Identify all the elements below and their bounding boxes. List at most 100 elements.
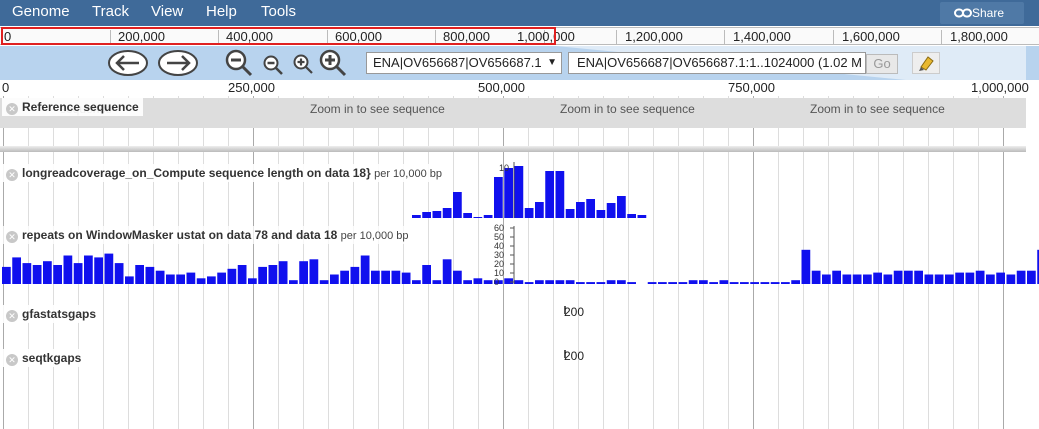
repeat-bar[interactable] [975,270,985,284]
track-label-gfastatsgaps[interactable]: ✕ gfastatsgaps [2,305,101,323]
repeat-bar[interactable] [668,282,677,284]
coverage-bar[interactable] [453,192,462,218]
repeat-bar[interactable] [606,280,616,284]
repeat-bar[interactable] [863,274,872,285]
repeat-bar[interactable] [135,265,144,284]
repeat-bar[interactable] [678,282,688,284]
repeat-bar[interactable] [207,276,216,284]
repeat-bar[interactable] [699,280,708,284]
track-label-coverage[interactable]: ✕ longreadcoverage_on_Compute sequence l… [2,164,446,182]
repeat-bar[interactable] [576,282,585,284]
repeat-bar[interactable] [391,270,401,284]
repeat-bar[interactable] [473,278,483,284]
coverage-bar[interactable] [606,203,616,218]
repeat-bar[interactable] [237,265,247,284]
repeat-bar[interactable] [217,272,226,284]
repeat-bar[interactable] [504,278,513,284]
repeat-bar[interactable] [340,270,349,284]
repeat-bar[interactable] [514,280,524,284]
repeat-bar[interactable] [965,272,975,284]
repeat-bar[interactable] [84,255,93,285]
repeat-bar[interactable] [852,274,862,285]
repeat-bar[interactable] [893,270,903,284]
repeat-bar[interactable] [289,280,298,284]
repeat-bar[interactable] [883,274,893,285]
repeat-bar[interactable] [729,282,739,284]
repeat-bar[interactable] [258,266,267,284]
repeat-bar[interactable] [822,274,831,285]
coverage-bar[interactable] [432,211,442,218]
coverage-bar[interactable] [483,215,493,218]
coverage-bar[interactable] [586,199,595,218]
repeat-bar[interactable] [627,282,636,284]
repeat-bar[interactable] [176,274,185,285]
repeat-bar[interactable] [12,257,21,284]
coverage-bar[interactable] [617,196,626,218]
repeat-bar[interactable] [453,270,462,284]
repeat-bar[interactable] [350,266,360,284]
repeat-bar[interactable] [647,282,657,284]
gap-feature-label[interactable]: 200 [564,305,584,319]
repeat-bar[interactable] [401,272,411,284]
repeat-bar[interactable] [955,272,964,284]
repeat-bar[interactable] [227,268,237,284]
repeat-bar[interactable] [63,255,73,285]
repeat-bar[interactable] [268,265,278,284]
coverage-bar[interactable] [442,208,452,218]
repeat-bar[interactable] [709,282,718,284]
repeat-bar[interactable] [904,270,913,284]
repeat-bar[interactable] [873,272,882,284]
repeat-bar[interactable] [524,282,534,284]
repeat-bar[interactable] [832,270,841,284]
coverage-bar[interactable] [422,212,431,218]
coverage-bar[interactable] [535,202,544,218]
repeat-bar[interactable] [94,257,103,284]
repeat-bar[interactable] [53,265,62,284]
gap-feature-label[interactable]: 200 [564,349,584,363]
repeat-bar[interactable] [986,274,995,285]
coverage-bar[interactable] [494,177,503,218]
repeat-bar[interactable] [278,261,288,284]
repeat-bar[interactable] [371,270,380,284]
repeat-bar[interactable] [432,280,442,284]
repeat-bar[interactable] [781,282,790,284]
repeat-bar[interactable] [1006,274,1016,285]
repeat-bar[interactable] [801,249,811,284]
repeat-bar[interactable] [2,266,11,284]
coverage-bar[interactable] [637,215,647,218]
repeat-bar[interactable] [483,280,493,284]
track-label-seqtkgaps[interactable]: ✕ seqtkgaps [2,349,86,367]
repeat-bar[interactable] [422,265,431,284]
coverage-bar[interactable] [545,171,554,218]
repeat-bar[interactable] [842,274,852,285]
repeat-bar[interactable] [125,276,134,284]
repeat-bar[interactable] [360,255,370,285]
repeat-bar[interactable] [586,282,595,284]
track-label-repeats[interactable]: ✕ repeats on WindowMasker ustat on data … [2,226,413,244]
repeat-bar[interactable] [319,280,329,284]
repeat-bar[interactable] [196,278,206,284]
repeat-bar[interactable] [32,265,42,284]
repeat-bar[interactable] [412,280,421,284]
repeat-bar[interactable] [945,274,954,285]
repeat-bar[interactable] [934,274,944,285]
coverage-bar[interactable] [524,208,534,218]
repeat-bar[interactable] [760,282,770,284]
repeat-bar[interactable] [791,280,800,284]
close-icon[interactable]: ✕ [6,231,18,243]
repeat-bar[interactable] [770,282,780,284]
repeat-bar[interactable] [186,272,196,284]
repeat-bar[interactable] [381,270,390,284]
close-icon[interactable]: ✕ [6,310,18,322]
repeat-bar[interactable] [22,263,32,284]
coverage-bar[interactable] [596,210,606,218]
repeat-bar[interactable] [114,263,124,284]
repeat-bar[interactable] [299,261,308,284]
repeat-bar[interactable] [658,282,667,284]
repeat-bar[interactable] [617,280,626,284]
close-icon[interactable]: ✕ [6,169,18,181]
repeat-bar[interactable] [924,274,934,285]
repeat-bar[interactable] [43,261,52,284]
coverage-bar[interactable] [555,171,565,218]
repeat-bar[interactable] [463,280,472,284]
